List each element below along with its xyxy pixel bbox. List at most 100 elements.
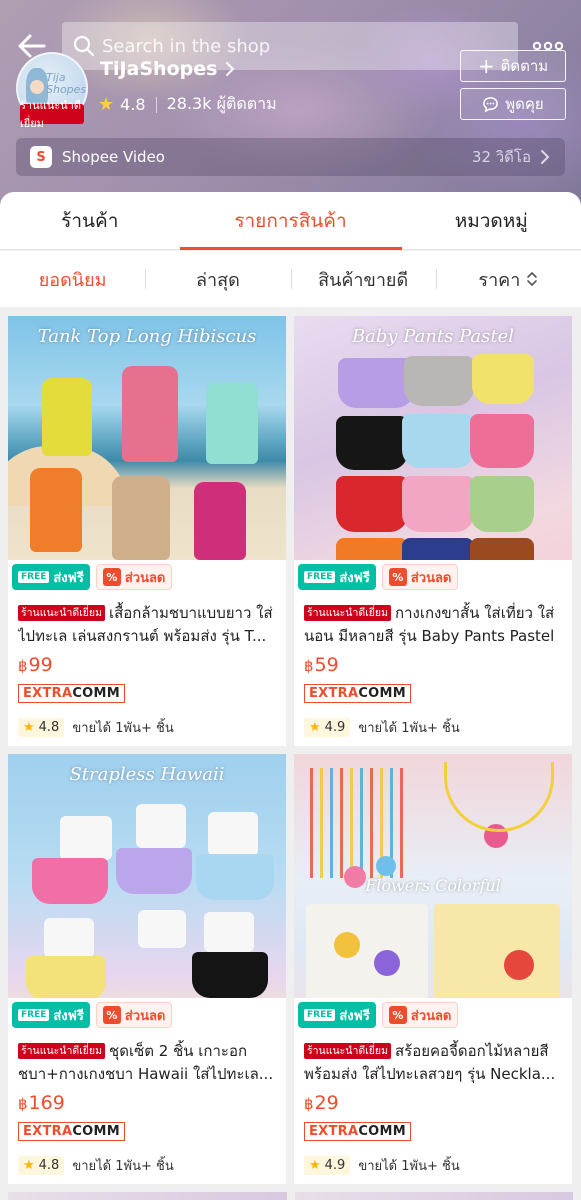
- white-top-shape: [138, 910, 186, 948]
- yellow-shorts-shape: [26, 956, 106, 1000]
- shop-name-link[interactable]: TiJaShopes: [100, 58, 237, 80]
- shop-rating: 4.8: [120, 95, 146, 114]
- product-card-partial[interactable]: [294, 1192, 573, 1200]
- free-shipping-label: ส่งฟรี: [339, 1008, 370, 1024]
- sort-popular-label: ยอดนิยม: [38, 269, 107, 291]
- extra-label: EXTRA: [23, 686, 73, 701]
- star-icon: ★: [309, 1158, 321, 1173]
- currency-symbol: ฿: [18, 657, 28, 675]
- shopee-video-bar[interactable]: S Shopee Video 32 วิดีโอ: [16, 138, 565, 176]
- extra-label: EXTRA: [309, 1124, 359, 1139]
- currency-symbol: ฿: [18, 1095, 28, 1113]
- percent-icon: %: [102, 1006, 121, 1024]
- recommended-tag: ร้านแนะนำดีเยี่ยม: [304, 1043, 392, 1059]
- discount-label: ส่วนลด: [410, 570, 452, 586]
- shopee-video-icon: S: [30, 146, 52, 168]
- black-shorts-shape: [192, 952, 268, 998]
- recommended-tag: ร้านแนะนำดีเยี่ยม: [18, 605, 106, 621]
- discount-badge: % ส่วนลด: [381, 564, 459, 590]
- rating-value: 4.9: [324, 1158, 346, 1173]
- free-tag: FREE: [18, 571, 50, 583]
- sort-price-label: ราคา: [478, 269, 521, 291]
- product-title: ร้านแนะนำดีเยี่ยม สร้อยคอจี้ดอกไม้หลายสี …: [304, 1040, 562, 1086]
- rating-badge: ★ 4.9: [304, 1156, 351, 1175]
- search-icon: [73, 35, 95, 57]
- black-shorts-shape: [336, 416, 408, 470]
- avatar-face: [30, 80, 44, 94]
- chevron-right-icon: [541, 150, 550, 164]
- yellow-tank-shape: [42, 378, 92, 456]
- comm-label: COMM: [72, 1124, 121, 1139]
- shop-header: TijaShopes ร้านแนะนำดีเยี่ยม TiJaShopes …: [0, 0, 581, 215]
- promo-strip: FREE ส่งฟรี % ส่วนลด: [8, 560, 286, 594]
- mint-tank-shape: [206, 382, 258, 464]
- product-title: ร้านแนะนำดีเยี่ยม ชุดเซ็ต 2 ชิ้น เกาะอกชบ…: [18, 1040, 276, 1086]
- product-image-title: Flowers Colorful: [365, 876, 501, 895]
- sort-popular[interactable]: ยอดนิยม: [0, 265, 145, 294]
- product-price: ฿99: [18, 654, 276, 676]
- sort-best-selling[interactable]: สินค้าขายดี: [290, 265, 436, 294]
- star-icon: ★: [98, 94, 115, 115]
- comm-label: COMM: [72, 686, 121, 701]
- free-shipping-badge: FREE ส่งฟรี: [298, 564, 376, 590]
- promo-strip: FREE ส่งฟรี % ส่วนลด: [8, 998, 286, 1032]
- comm-label: COMM: [358, 686, 407, 701]
- recommended-tag: ร้านแนะนำดีเยี่ยม: [304, 605, 392, 621]
- tab-shop[interactable]: ร้านค้า: [0, 192, 180, 249]
- chat-bubble-icon: [483, 96, 499, 113]
- lavender-shorts-shape: [338, 358, 414, 408]
- product-card[interactable]: Baby Pants Pastel FREE ส่งฟรี % ส่วนลด ร…: [294, 316, 572, 746]
- chevron-right-icon: [226, 62, 235, 76]
- blue-shorts-shape: [402, 414, 474, 468]
- shop-followers: 28.3k ผู้ติดตาม: [166, 94, 277, 113]
- sort-arrows-icon: [527, 271, 538, 287]
- tab-products[interactable]: รายการสินค้า: [179, 192, 402, 250]
- pink-shorts-shape: [470, 414, 534, 468]
- sort-latest[interactable]: ล่าสุด: [145, 265, 290, 294]
- discount-badge: % ส่วนลด: [95, 564, 173, 590]
- pink-shorts-shape: [32, 858, 108, 904]
- chat-button[interactable]: พูดคุย: [460, 88, 566, 120]
- product-card[interactable]: Strapless Hawaii FREE ส่งฟรี % ส่วนลด ร้…: [8, 754, 286, 1184]
- white-top-shape: [60, 816, 112, 860]
- tab-categories[interactable]: หมวดหมู่: [402, 192, 581, 249]
- shopee-video-label: Shopee Video: [62, 148, 165, 166]
- percent-icon: %: [102, 568, 121, 586]
- product-price: ฿29: [304, 1092, 562, 1114]
- pink-tank-shape: [122, 366, 178, 462]
- avatar-logo-text: Tija Shopes: [46, 71, 87, 96]
- blue-shorts-shape: [196, 854, 274, 900]
- discount-label: ส่วนลด: [124, 1008, 166, 1024]
- beige-tank-shape: [112, 476, 170, 560]
- product-image: Strapless Hawaii FREE ส่งฟรี % ส่วนลด: [8, 754, 286, 1032]
- discount-label: ส่วนลด: [410, 1008, 452, 1024]
- product-info: ร้านแนะนำดีเยี่ยม ชุดเซ็ต 2 ชิ้น เกาะอกชบ…: [8, 1032, 286, 1176]
- shop-tabs: ร้านค้า รายการสินค้า หมวดหมู่: [0, 192, 581, 250]
- extra-comm-badge: EXTRACOMM: [304, 1122, 412, 1141]
- product-info: ร้านแนะนำดีเยี่ยม กางเกงขาสั้น ใส่เที่ยว …: [294, 594, 572, 738]
- extra-comm-badge: EXTRACOMM: [18, 684, 126, 703]
- rating-value: 4.8: [38, 720, 60, 735]
- search-input[interactable]: [102, 35, 482, 57]
- product-meta: ★ 4.9 ขายได้ 1พัน+ ชิ้น: [304, 717, 562, 738]
- pendant-flower-shape: [344, 866, 366, 888]
- product-card-partial[interactable]: [8, 1192, 287, 1200]
- product-grid: Tank Top Long Hibiscus FREE ส่งฟรี % ส่ว…: [8, 316, 573, 1184]
- follow-button[interactable]: + ติดตาม: [460, 50, 566, 82]
- pendant-flower-shape: [334, 932, 360, 958]
- product-card[interactable]: Tank Top Long Hibiscus FREE ส่งฟรี % ส่ว…: [8, 316, 286, 746]
- pendant-flower-shape: [376, 856, 396, 876]
- video-count: 32 วิดีโอ: [471, 148, 531, 166]
- magenta-tank-shape: [194, 482, 246, 560]
- free-tag: FREE: [18, 1009, 50, 1021]
- sort-price[interactable]: ราคา: [435, 265, 581, 294]
- next-product-row: [8, 1192, 573, 1200]
- free-shipping-label: ส่งฟรี: [53, 570, 84, 586]
- extra-comm-badge: EXTRACOMM: [18, 1122, 126, 1141]
- product-card[interactable]: Flowers Colorful FREE ส่งฟรี % ส่วนลด ร้…: [294, 754, 572, 1184]
- extra-label: EXTRA: [309, 686, 359, 701]
- free-shipping-badge: FREE ส่งฟรี: [12, 1002, 90, 1028]
- rating-badge: ★ 4.8: [18, 1156, 65, 1175]
- extra-comm-badge: EXTRACOMM: [304, 684, 412, 703]
- green-shorts-shape: [470, 476, 534, 532]
